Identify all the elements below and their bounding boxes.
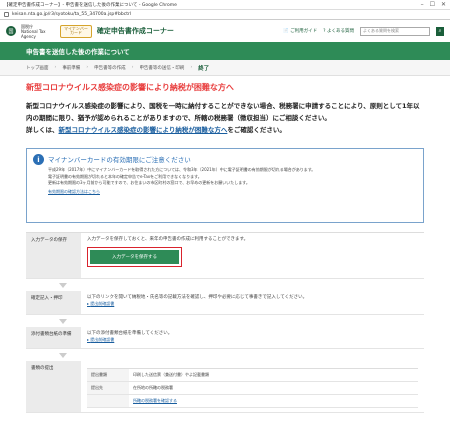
- address-bar[interactable]: keisan.nta.go.jp/r3/syotoku/ta_55_34700a…: [0, 10, 450, 20]
- step-end: 終了: [198, 65, 210, 72]
- agency-name: 国税庁 National Tax Agency: [21, 23, 46, 39]
- minimize-icon[interactable]: –: [421, 1, 424, 8]
- proc-row-submit: 書類の提出 提出書類 印刷した送信票（兼送付書）やよ記載書類 提出先 在所地の所…: [26, 361, 424, 413]
- step-prep: 事前準備: [62, 65, 81, 71]
- proc-desc-save: 入力データを保存しておくと、来年の申告書の作成に利用することができます。: [87, 237, 249, 242]
- procedure-table: 入力データの保存 入力データを保存しておくと、来年の申告書の作成に利用することが…: [26, 232, 424, 413]
- site-header: 国 国税庁 National Tax Agency マイナンバー カード 確定申…: [0, 20, 450, 42]
- check-tax-office-link[interactable]: 所轄の税務署を確認する: [133, 398, 177, 403]
- close-icon[interactable]: ✕: [441, 1, 446, 8]
- nta-logo-icon[interactable]: 国: [6, 26, 16, 36]
- mynumber-expiry-infobox: i マイナンバーカードの有効期限にご注意ください 平成29年（2017年）中にマ…: [26, 148, 424, 223]
- step-send: 申告書等の送信・印刷: [139, 65, 185, 71]
- confirm-doc-link[interactable]: ▸ 提出前確認書: [87, 301, 114, 306]
- notice-detail: 詳しくは、新型コロナウイルス感染症の影響により納税が困難な方へをご確認ください。: [26, 126, 286, 134]
- mynumber-card-badge: マイナンバー カード: [60, 24, 92, 38]
- browser-titlebar: 【確定申告書作成コーナー】- 申告書を送信した後の作業について - Google…: [0, 0, 450, 10]
- step-breadcrumb: トップ画面 › 事前準備 › 申告書等の作成 › 申告書等の送信・印刷 › 終了: [0, 60, 450, 76]
- proc-row-save: 入力データの保存 入力データを保存しておくと、来年の申告書の作成に利用することが…: [26, 233, 424, 279]
- proc-label-attach: 添付書類台紙の準備: [26, 327, 81, 348]
- notice-title: 新型コロナウイルス感染症の影響により納税が困難な方へ: [26, 83, 234, 92]
- notice-detail-link[interactable]: 新型コロナウイルス感染症の影響により納税が困難な方へ: [59, 126, 228, 134]
- brand-title: 確定申告書作成コーナー: [96, 27, 174, 35]
- covid-notice: 新型コロナウイルス感染症の影響により納税が困難な方へ 新型コロナウイルス感染症の…: [0, 76, 450, 136]
- step-create: 申告書等の作成: [94, 65, 126, 71]
- attach-doc-link[interactable]: ▸ 提出前確認書: [87, 337, 114, 342]
- sub-row: 提出書類 印刷した送信票（兼送付書）やよ記載書類: [87, 369, 418, 382]
- expiry-check-link[interactable]: 有効期限の確認方法はこちら: [48, 189, 100, 195]
- page-title: 申告書を送信した後の作業について: [0, 42, 450, 60]
- infobox-title: マイナンバーカードの有効期限にご注意ください: [48, 156, 191, 164]
- proc-label-save: 入力データの保存: [26, 233, 81, 278]
- down-arrow-icon: [58, 282, 67, 288]
- lock-icon: [4, 12, 9, 17]
- submit-sub-table: 提出書類 印刷した送信票（兼送付書）やよ記載書類 提出先 在所地の所轄の税務署 …: [87, 368, 418, 408]
- down-arrow-icon: [58, 352, 67, 358]
- proc-desc-confirm: 以下のリンクを開いて納税地・氏名等の記載方法を確認し、押印や必要に応じて事書きで…: [87, 295, 308, 300]
- sub-row: 所轄の税務署を確認する: [87, 395, 418, 408]
- faq-link[interactable]: ? よくある質問: [323, 28, 354, 34]
- maximize-icon[interactable]: ☐: [430, 1, 435, 8]
- save-data-button[interactable]: 入力データを保存する: [90, 250, 179, 264]
- url-text[interactable]: keisan.nta.go.jp/r3/syotoku/ta_55_34700a…: [12, 12, 131, 17]
- step-top: トップ画面: [26, 65, 49, 71]
- window-title: 【確定申告書作成コーナー】- 申告書を送信した後の作業について - Google…: [4, 2, 177, 8]
- info-icon: i: [33, 154, 44, 165]
- proc-label-confirm: 確定記入・押印: [26, 291, 81, 314]
- infobox-p3: 更新は有効期限の3ヶ月前から可能ですので、お住まいの市区町村の窓口で、お早めの更…: [48, 180, 250, 185]
- save-button-highlight: 入力データを保存する: [87, 247, 182, 267]
- down-arrow-icon: [58, 318, 67, 324]
- search-input[interactable]: よくある質問を検索: [360, 26, 430, 36]
- proc-row-attach: 添付書類台紙の準備 以下の添付書類台紙を準備してください。 ▸ 提出前確認書: [26, 327, 424, 349]
- notice-body: 新型コロナウイルス感染症の影響により、国税を一時に納付することができない場合、税…: [26, 102, 420, 122]
- search-icon[interactable]: ⌕: [436, 26, 444, 36]
- proc-label-submit: 書類の提出: [26, 361, 81, 412]
- proc-row-confirm: 確定記入・押印 以下のリンクを開いて納税地・氏名等の記載方法を確認し、押印や必要…: [26, 291, 424, 315]
- proc-desc-attach: 以下の添付書類台紙を準備してください。: [87, 331, 173, 336]
- sub-row: 提出先 在所地の所轄の税務署: [87, 382, 418, 395]
- guide-link[interactable]: 📄 ご利用ガイド: [283, 28, 317, 34]
- infobox-p1: 平成29年（2017年）中にマイナンバーカードを取得された方については、令和3年…: [48, 167, 316, 172]
